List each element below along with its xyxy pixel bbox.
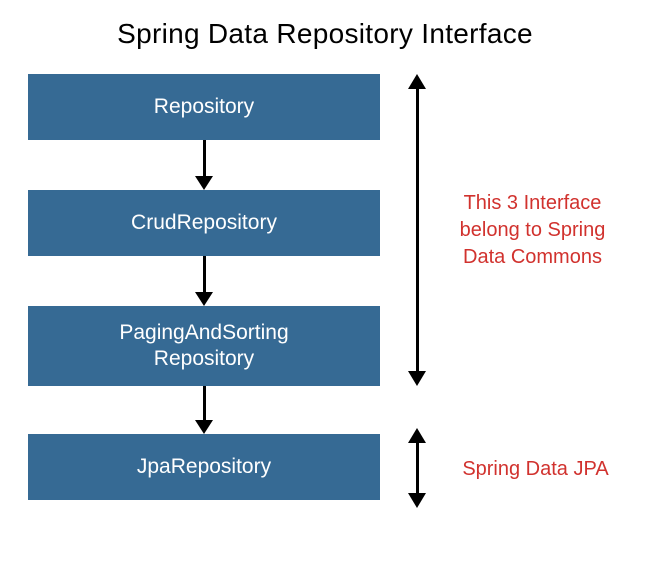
box-crud-repository-label: CrudRepository bbox=[131, 210, 277, 236]
box-paging-sorting-repository: PagingAndSorting Repository bbox=[28, 306, 380, 386]
arrowhead-down-icon bbox=[195, 420, 213, 434]
bracket-line bbox=[416, 89, 419, 371]
arrow-line bbox=[203, 386, 206, 420]
arrowhead-down-icon bbox=[408, 371, 426, 386]
box-repository-label: Repository bbox=[154, 94, 254, 120]
box-paging-sorting-repository-label: PagingAndSorting Repository bbox=[119, 320, 288, 373]
box-jpa-repository: JpaRepository bbox=[28, 434, 380, 500]
bracket-line bbox=[416, 443, 419, 493]
arrowhead-up-icon bbox=[408, 74, 426, 89]
arrow-line bbox=[203, 140, 206, 176]
diagram-title: Spring Data Repository Interface bbox=[0, 0, 650, 60]
diagram-canvas: Repository CrudRepository PagingAndSorti… bbox=[0, 60, 650, 560]
arrowhead-down-icon bbox=[195, 176, 213, 190]
arrow-1 bbox=[198, 140, 210, 190]
arrowhead-down-icon bbox=[408, 493, 426, 508]
arrow-3 bbox=[198, 386, 210, 434]
box-repository: Repository bbox=[28, 74, 380, 140]
arrowhead-down-icon bbox=[195, 292, 213, 306]
arrowhead-up-icon bbox=[408, 428, 426, 443]
arrow-2 bbox=[198, 256, 210, 306]
box-crud-repository: CrudRepository bbox=[28, 190, 380, 256]
bracket-commons bbox=[408, 74, 426, 386]
annotation-commons: This 3 Interface belong to Spring Data C… bbox=[445, 190, 620, 271]
box-jpa-repository-label: JpaRepository bbox=[137, 454, 271, 480]
annotation-jpa: Spring Data JPA bbox=[448, 456, 623, 483]
arrow-line bbox=[203, 256, 206, 292]
bracket-jpa bbox=[408, 428, 426, 508]
